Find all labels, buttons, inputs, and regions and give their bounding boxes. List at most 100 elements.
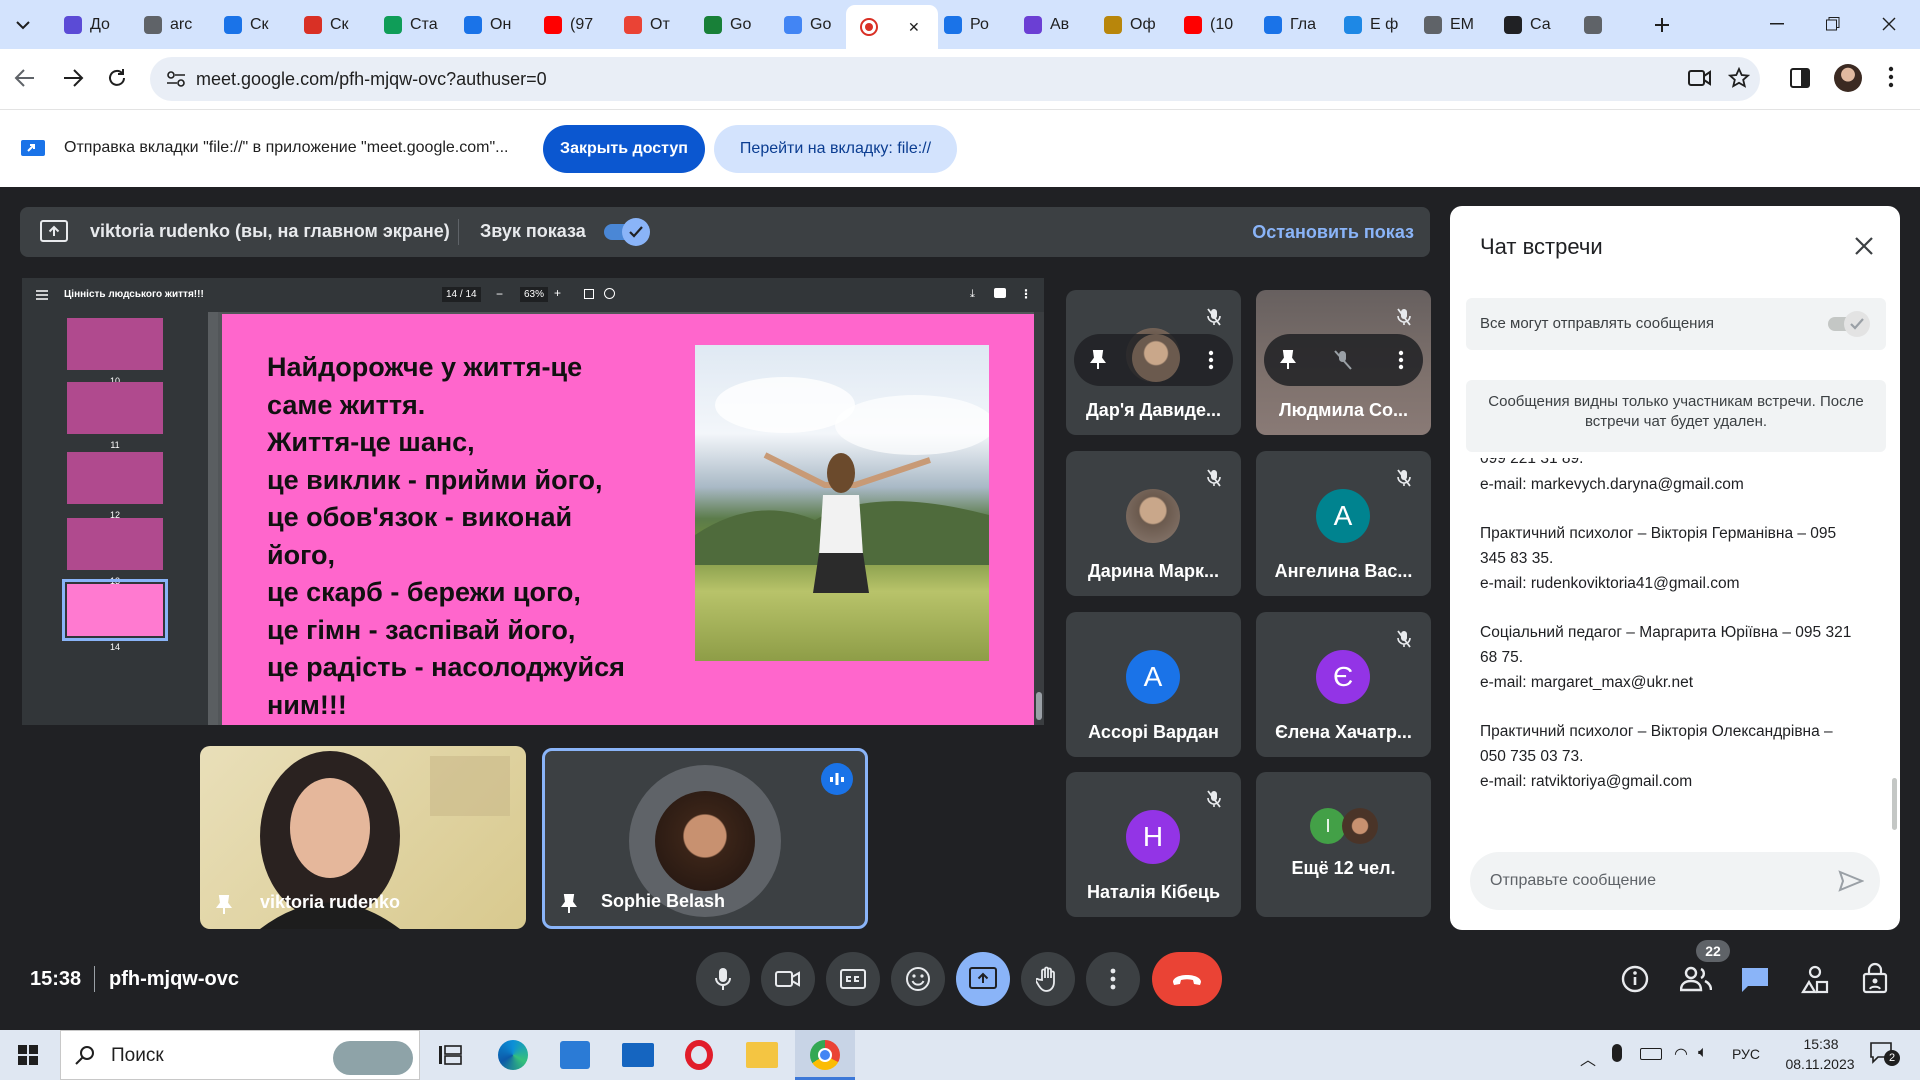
participant-tile[interactable]: Людмила Со... <box>1256 290 1431 435</box>
participant-tile-sophie[interactable]: Sophie Belash <box>542 748 868 929</box>
browser-tab[interactable]: Go <box>690 9 764 40</box>
pdf-more-icon[interactable]: ⋮ <box>1020 287 1032 301</box>
page-thumbnail[interactable] <box>67 452 163 504</box>
activities-button[interactable] <box>1800 964 1830 994</box>
participant-tile-viktoria[interactable]: viktoria rudenko <box>200 746 526 929</box>
meeting-info-button[interactable] <box>1620 964 1650 994</box>
pin-icon[interactable] <box>1280 350 1296 370</box>
minimize-button[interactable] <box>1749 0 1805 48</box>
taskbar-date[interactable]: 08.11.2023 <box>1770 1056 1870 1072</box>
participant-tile[interactable]: Дарина Марк... <box>1066 451 1241 596</box>
notifications-icon[interactable]: 2 <box>1870 1042 1900 1066</box>
mic-off-icon[interactable] <box>1334 350 1352 370</box>
present-now-button[interactable] <box>956 952 1010 1006</box>
reload-button[interactable] <box>106 67 128 89</box>
browser-tab[interactable]: ЕМ <box>1410 9 1484 40</box>
more-options-button[interactable] <box>1086 952 1140 1006</box>
wifi-icon[interactable]: ◠ <box>1674 1044 1688 1064</box>
taskbar-search[interactable]: Поиск <box>60 1030 420 1080</box>
restore-button[interactable] <box>1805 0 1861 48</box>
pdf-scrollbar[interactable] <box>1034 312 1044 725</box>
chat-button[interactable] <box>1740 966 1770 994</box>
opera-icon[interactable] <box>685 1040 713 1070</box>
browser-tab[interactable]: Оф <box>1090 9 1164 40</box>
bookmark-star-icon[interactable] <box>1728 67 1750 89</box>
close-tab-icon[interactable]: ✕ <box>908 19 920 36</box>
page-indicator[interactable]: 14 / 14 <box>442 287 481 302</box>
browser-tab[interactable]: Ав <box>1010 9 1084 40</box>
store-icon[interactable] <box>560 1041 590 1069</box>
battery-icon[interactable] <box>1640 1048 1662 1060</box>
zoom-out-icon[interactable]: − <box>496 287 503 301</box>
pin-icon[interactable] <box>216 895 232 915</box>
browser-tab[interactable]: Ста <box>370 9 444 40</box>
chat-input[interactable]: Отправьте сообщение <box>1470 852 1880 910</box>
page-thumbnail[interactable] <box>67 518 163 570</box>
people-button[interactable] <box>1680 966 1712 992</box>
stop-sharing-button[interactable]: Закрыть доступ <box>543 125 705 173</box>
chrome-taskbar-button[interactable] <box>795 1030 855 1080</box>
browser-tab[interactable]: ✕ <box>846 5 938 49</box>
participant-tile[interactable]: Є Єлена Хачатр... <box>1256 612 1431 757</box>
captions-button[interactable] <box>826 952 880 1006</box>
pin-icon[interactable] <box>1090 350 1106 370</box>
participant-tile[interactable]: I Ещё 12 чел. <box>1256 772 1431 917</box>
browser-tab[interactable]: arc <box>130 9 204 40</box>
profile-avatar[interactable] <box>1834 64 1862 92</box>
goto-tab-button[interactable]: Перейти на вкладку: file:// <box>714 125 957 173</box>
page-thumbnail[interactable] <box>67 382 163 434</box>
host-controls-button[interactable] <box>1862 962 1888 994</box>
menu-icon[interactable] <box>36 290 48 300</box>
pin-icon[interactable] <box>561 894 577 914</box>
address-bar[interactable]: meet.google.com/pfh-mjqw-ovc?authuser=0 <box>150 57 1760 101</box>
raise-hand-button[interactable] <box>1021 952 1075 1006</box>
tray-chevron-icon[interactable]: ︿ <box>1580 1046 1596 1070</box>
browser-tab[interactable]: Ск <box>290 9 364 40</box>
language-indicator[interactable]: РУС <box>1732 1046 1760 1062</box>
mail-icon[interactable] <box>622 1043 654 1067</box>
participant-tile[interactable]: Дар'я Давиде... <box>1066 290 1241 435</box>
zoom-in-icon[interactable]: + <box>554 286 561 300</box>
new-tab-button[interactable] <box>1648 12 1676 38</box>
chat-scrollbar[interactable] <box>1892 778 1897 830</box>
chrome-menu-icon[interactable] <box>1888 66 1894 88</box>
reactions-button[interactable] <box>891 952 945 1006</box>
permission-toggle[interactable] <box>1828 311 1870 337</box>
browser-tab[interactable]: (10 <box>1170 9 1244 40</box>
browser-tab[interactable] <box>1570 9 1644 40</box>
edge-icon[interactable] <box>498 1040 528 1070</box>
task-view-icon[interactable] <box>438 1044 462 1066</box>
forward-button[interactable] <box>62 67 84 89</box>
microphone-button[interactable] <box>696 952 750 1006</box>
camera-button[interactable] <box>761 952 815 1006</box>
browser-tab[interactable]: (97 <box>530 9 604 40</box>
tab-search-button[interactable] <box>10 12 36 38</box>
audio-toggle[interactable] <box>604 218 650 246</box>
browser-tab[interactable]: Са <box>1490 9 1564 40</box>
page-thumbnail[interactable] <box>62 579 168 641</box>
stop-presenting-button[interactable]: Остановить показ <box>1252 222 1414 243</box>
download-icon[interactable]: ⤓ <box>970 288 975 301</box>
send-icon[interactable] <box>1838 870 1864 892</box>
fit-page-icon[interactable] <box>584 289 594 299</box>
more-vertical-icon[interactable] <box>1208 350 1214 370</box>
url-text[interactable]: meet.google.com/pfh-mjqw-ovc?authuser=0 <box>196 69 547 90</box>
participant-tile[interactable]: А Ангелина Вас... <box>1256 451 1431 596</box>
tray-mic-icon[interactable] <box>1612 1044 1622 1062</box>
side-panel-icon[interactable] <box>1790 68 1810 88</box>
back-button[interactable] <box>14 67 36 89</box>
site-info-icon[interactable] <box>166 70 186 88</box>
participant-tile[interactable]: Н Наталія Кібець <box>1066 772 1241 917</box>
scroll-thumb[interactable] <box>1036 692 1042 720</box>
rotate-icon[interactable] <box>604 288 615 299</box>
browser-tab[interactable]: От <box>610 9 684 40</box>
more-vertical-icon[interactable] <box>1398 350 1404 370</box>
browser-tab[interactable]: Go <box>770 9 844 40</box>
browser-tab[interactable]: До <box>50 9 124 40</box>
browser-tab[interactable]: Ро <box>930 9 1004 40</box>
participant-tile[interactable]: А Ассорі Вардан <box>1066 612 1241 757</box>
browser-tab[interactable]: Е ф <box>1330 9 1404 40</box>
browser-tab[interactable]: Ск <box>210 9 284 40</box>
print-icon[interactable] <box>994 288 1006 298</box>
file-explorer-icon[interactable] <box>746 1042 778 1068</box>
